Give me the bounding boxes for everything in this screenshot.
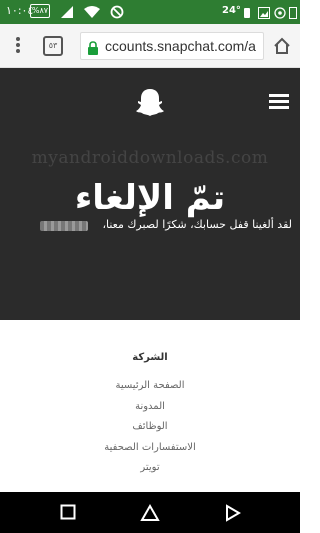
recents-icon[interactable] bbox=[60, 504, 76, 524]
home-icon[interactable] bbox=[272, 36, 292, 60]
signal-icon bbox=[60, 4, 74, 23]
weather-icon bbox=[242, 4, 252, 23]
menu-dots-icon[interactable] bbox=[10, 36, 26, 56]
sim-icon bbox=[289, 4, 297, 23]
hero-section: myandroiddownloads.com تمّ الإلغاء لقد أ… bbox=[0, 68, 300, 320]
tabs-icon[interactable]: ٥٣ bbox=[43, 36, 63, 56]
wifi-icon bbox=[84, 4, 100, 23]
footer-link-twitter[interactable]: تويتر bbox=[0, 458, 300, 479]
hamburger-menu-icon[interactable] bbox=[269, 94, 289, 110]
footer-heading: الشركة bbox=[132, 352, 168, 363]
status-bar: ١٠:٠٤ %٨٧ 24° bbox=[0, 0, 300, 24]
footer-link-press[interactable]: الاستفسارات الصحفية bbox=[0, 438, 300, 459]
footer-link-blog[interactable]: المدونة bbox=[0, 397, 300, 418]
footer-section: الشركة الصفحة الرئيسية المدونة الوظائف ا… bbox=[0, 320, 300, 492]
nav-home-icon[interactable] bbox=[140, 503, 160, 526]
gallery-icon bbox=[258, 4, 270, 23]
do-not-disturb-icon bbox=[110, 4, 124, 23]
browser-toolbar: ٥٣ ccounts.snapchat.com/a bbox=[0, 24, 300, 68]
battery-icon: %٨٧ bbox=[30, 4, 50, 18]
lock-icon bbox=[87, 40, 99, 59]
snapchat-ghost-logo[interactable] bbox=[136, 88, 164, 122]
url-text[interactable]: ccounts.snapchat.com/a bbox=[105, 38, 256, 54]
footer-link-jobs[interactable]: الوظائف bbox=[0, 417, 300, 438]
temperature-text: 24° bbox=[222, 5, 241, 16]
watermark-text: myandroiddownloads.com bbox=[31, 148, 269, 168]
back-icon[interactable] bbox=[225, 504, 241, 526]
footer-links: الصفحة الرئيسية المدونة الوظائف الاستفسا… bbox=[0, 376, 300, 479]
footer-link-home[interactable]: الصفحة الرئيسية bbox=[0, 376, 300, 397]
blurred-username bbox=[40, 221, 88, 231]
unlock-message: لقد ألغينا قفل حسابك، شكرًا لصبرك معنا، bbox=[102, 218, 292, 231]
page-title: تمّ الإلغاء bbox=[74, 178, 226, 218]
whatsapp-icon bbox=[274, 4, 286, 23]
navigation-bar bbox=[0, 492, 300, 533]
url-bar[interactable]: ccounts.snapchat.com/a bbox=[80, 32, 264, 60]
